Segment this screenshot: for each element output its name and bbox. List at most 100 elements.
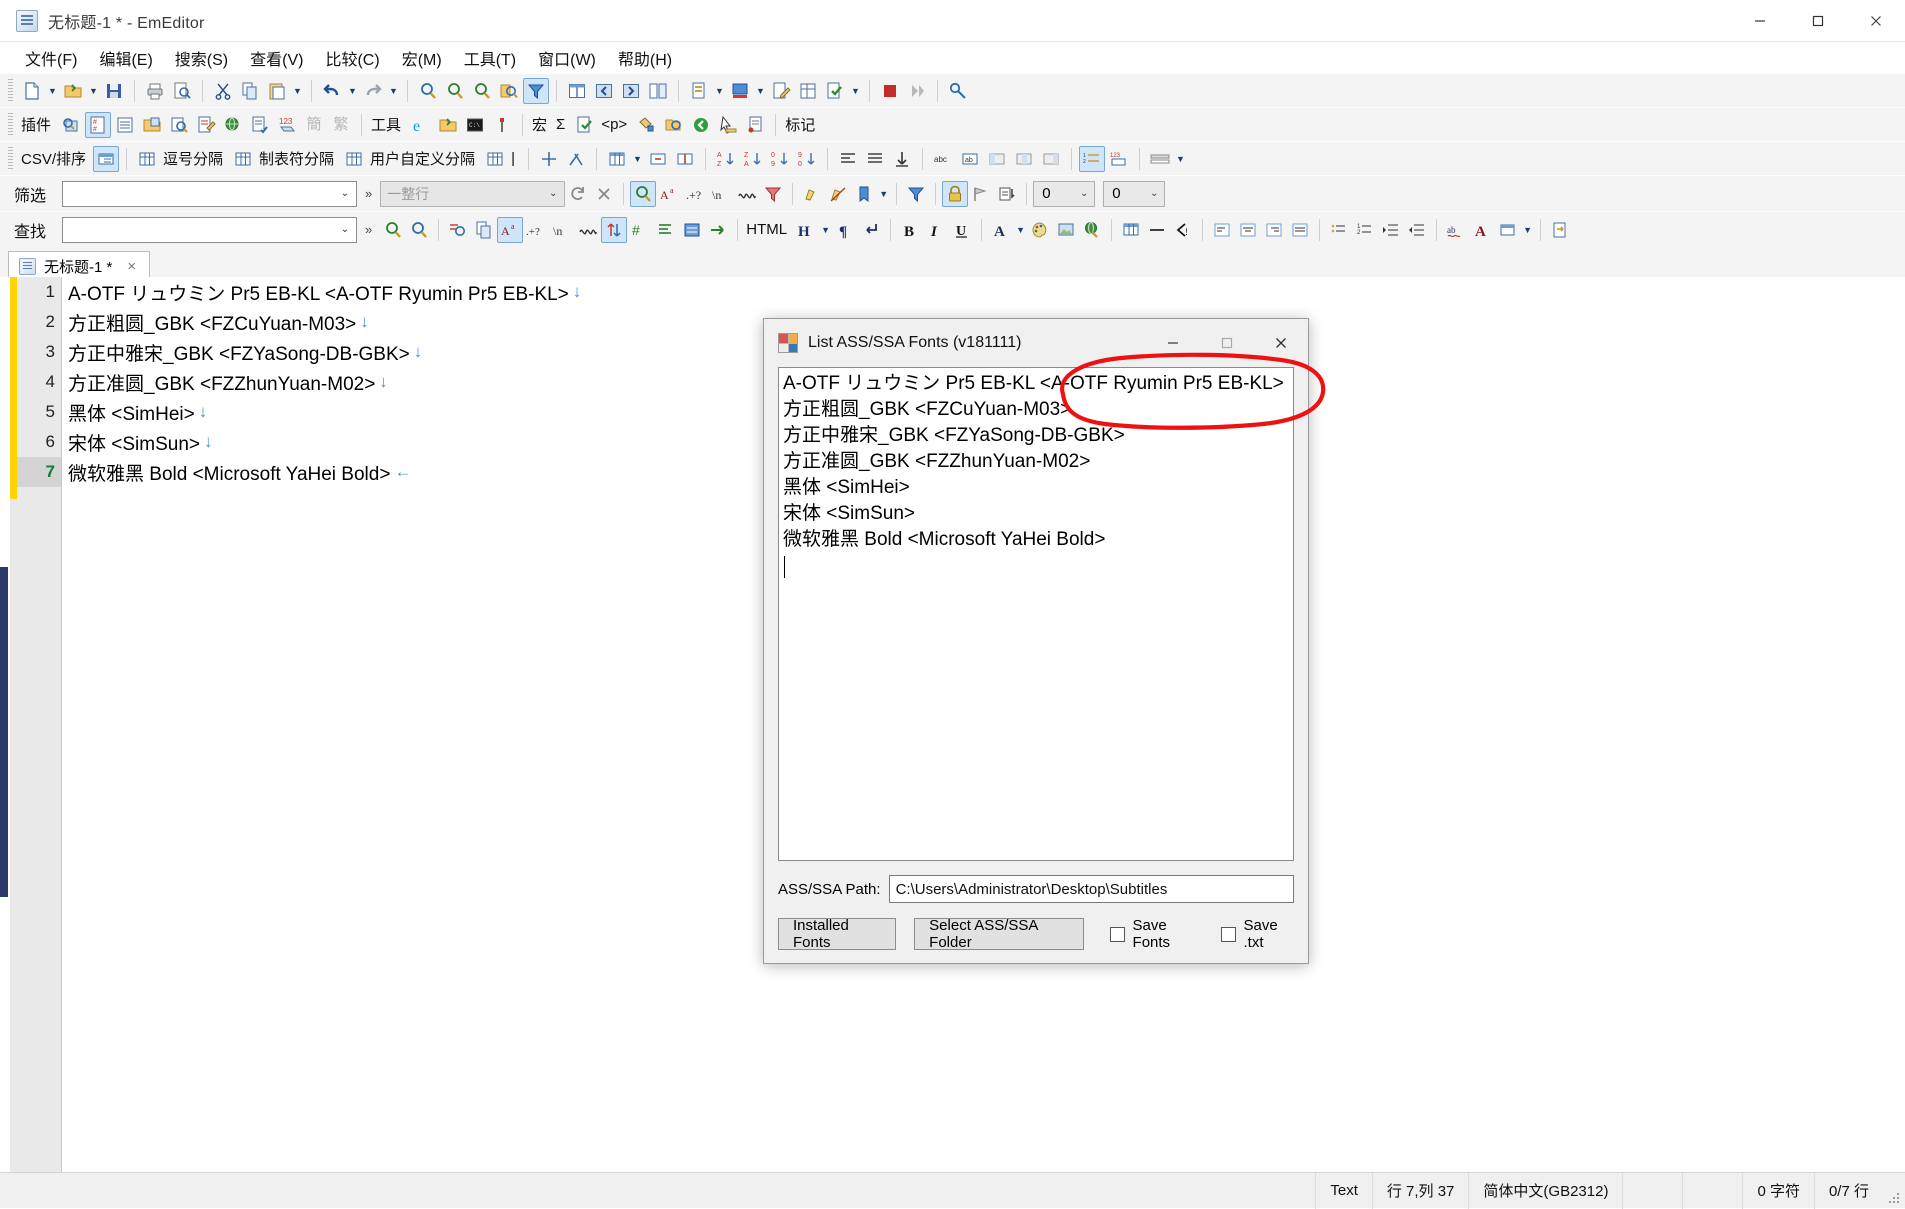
align-right-icon[interactable]: [1261, 217, 1287, 243]
insert-col-icon[interactable]: [536, 146, 562, 172]
font-color-icon[interactable]: A: [988, 217, 1014, 243]
merge-cells-icon[interactable]: [645, 146, 671, 172]
align-center-icon[interactable]: [1235, 217, 1261, 243]
font-list-item[interactable]: A-OTF リュウミン Pr5 EB-KL <A-OTF Ryumin Pr5 …: [783, 371, 1293, 397]
maximize-button[interactable]: [1789, 0, 1847, 42]
menu-search[interactable]: 搜索(S): [164, 43, 239, 73]
font-a-icon[interactable]: A: [1469, 217, 1495, 243]
indent-increase-icon[interactable]: [1378, 217, 1404, 243]
menu-tools[interactable]: 工具(T): [453, 43, 527, 73]
print-icon[interactable]: [142, 78, 168, 104]
toolbar-grip[interactable]: [8, 78, 13, 103]
filter-overflow-icon[interactable]: »: [357, 186, 380, 201]
filter-spinner-right[interactable]: 0 ⌄: [1103, 180, 1166, 207]
heading-dropdown-icon[interactable]: ▼: [819, 217, 832, 243]
font-box-dropdown-icon[interactable]: ▼: [1521, 217, 1534, 243]
code-line[interactable]: A-OTF リュウミン Pr5 EB-KL <A-OTF Ryumin Pr5 …: [68, 277, 1905, 307]
palette-icon[interactable]: [1027, 217, 1053, 243]
new-file-dropdown-icon[interactable]: ▼: [46, 78, 59, 104]
font-list-item[interactable]: 方正粗圆_GBK <FZCuYuan-M03>: [783, 397, 1293, 423]
number-list-icon[interactable]: 12: [1352, 217, 1378, 243]
dialog-close-button[interactable]: [1254, 319, 1308, 367]
undo-icon[interactable]: [319, 78, 345, 104]
cell-icon[interactable]: [795, 78, 821, 104]
find-next-icon[interactable]: [406, 217, 432, 243]
match-case-icon[interactable]: Aa: [497, 216, 524, 243]
plugin-web-icon[interactable]: [220, 112, 246, 138]
checkmark-icon[interactable]: [822, 78, 848, 104]
menu-help[interactable]: 帮助(H): [607, 43, 683, 73]
macro-clip-icon[interactable]: [742, 112, 768, 138]
close-button[interactable]: [1847, 0, 1905, 42]
table-icon[interactable]: [1118, 217, 1144, 243]
save-txt-checkbox[interactable]: Save .txt: [1220, 917, 1294, 951]
highlight-off-icon[interactable]: [825, 181, 851, 207]
bullet-list-icon[interactable]: [1326, 217, 1352, 243]
plugin-search-icon[interactable]: [58, 112, 84, 138]
select-block-icon[interactable]: [679, 217, 705, 243]
linebreak-icon[interactable]: [858, 217, 884, 243]
traditional-chinese-icon[interactable]: 繁: [328, 112, 354, 138]
font-list-item[interactable]: 方正中雅宋_GBK <FZYaSong-DB-GBK>: [783, 423, 1293, 449]
abc-icon[interactable]: abc: [930, 146, 956, 172]
status-encoding[interactable]: 简体中文(GB2312): [1468, 1172, 1622, 1209]
plugins-toolbar-grip[interactable]: [8, 112, 13, 137]
col-b-icon[interactable]: [1011, 146, 1037, 172]
dialog-maximize-button[interactable]: [1200, 319, 1254, 367]
macro-sigma-icon[interactable]: Σ: [554, 116, 571, 133]
underline-icon[interactable]: U: [949, 217, 975, 243]
clear-filter-icon[interactable]: [591, 181, 617, 207]
refresh-icon[interactable]: [565, 181, 591, 207]
column-grid-icon[interactable]: [604, 146, 630, 172]
next-document-icon[interactable]: [618, 78, 644, 104]
menu-macro[interactable]: 宏(M): [391, 43, 453, 73]
hammer-icon[interactable]: [489, 112, 515, 138]
font-dropdown-icon[interactable]: ▼: [1014, 217, 1027, 243]
copy-icon[interactable]: [237, 78, 263, 104]
wand-icon[interactable]: [945, 78, 971, 104]
status-lines[interactable]: 0/7 行: [1813, 1172, 1883, 1209]
csv-mode-icon[interactable]: [93, 145, 120, 172]
path-input[interactable]: C:\Users\Administrator\Desktop\Subtitles: [888, 875, 1294, 903]
filter-dropdown-icon[interactable]: ⌄: [334, 182, 356, 206]
menu-window[interactable]: 窗口(W): [527, 43, 607, 73]
open-folder2-icon[interactable]: [435, 112, 461, 138]
wrap-icon[interactable]: [734, 181, 760, 207]
font-list-item[interactable]: 方正准圆_GBK <FZZhunYuan-M02>: [783, 449, 1293, 475]
macro-run-icon[interactable]: [572, 112, 598, 138]
print-preview-icon[interactable]: [169, 78, 195, 104]
redo-icon[interactable]: [360, 78, 386, 104]
font-list-box[interactable]: A-OTF リュウミン Pr5 EB-KL <A-OTF Ryumin Pr5 …: [778, 367, 1294, 861]
tab-sep-label[interactable]: 制表符分隔: [257, 148, 340, 169]
col-a-icon[interactable]: [984, 146, 1010, 172]
menu-view[interactable]: 查看(V): [239, 43, 314, 73]
redo-dropdown-icon[interactable]: ▼: [387, 78, 400, 104]
find-prev-icon[interactable]: [380, 217, 406, 243]
filter-spinner-left[interactable]: 0 ⌄: [1033, 180, 1096, 207]
open-dropdown-icon[interactable]: ▼: [87, 78, 100, 104]
find-input[interactable]: ⌄: [62, 216, 357, 243]
find-dropdown-icon[interactable]: ⌄: [334, 218, 356, 242]
font-box-icon[interactable]: [1495, 217, 1521, 243]
font-list-item[interactable]: 宋体 <SimSun>: [783, 501, 1293, 527]
menu-file[interactable]: 文件(F): [14, 43, 88, 73]
regex-icon[interactable]: .+?: [682, 181, 708, 207]
plugin-snippet-icon[interactable]: [193, 112, 219, 138]
regex-icon[interactable]: .+?: [523, 217, 549, 243]
italic-icon[interactable]: I: [923, 217, 949, 243]
split-window-icon[interactable]: [564, 78, 590, 104]
link-icon[interactable]: [1079, 217, 1105, 243]
status-position[interactable]: 行 7,列 37: [1371, 1172, 1469, 1209]
select-folder-button[interactable]: Select ASS/SSA Folder: [914, 917, 1085, 951]
console-icon[interactable]: C:\: [462, 112, 488, 138]
macro-cursor-icon[interactable]: [715, 112, 741, 138]
resize-grip[interactable]: [1883, 1173, 1905, 1209]
numbered-list-icon[interactable]: 12: [1078, 145, 1105, 172]
plugin-outline-icon[interactable]: [112, 112, 138, 138]
document-tab-close-icon[interactable]: ×: [124, 258, 139, 275]
tab-sep-icon[interactable]: [230, 146, 256, 172]
indent-decrease-icon[interactable]: [1404, 217, 1430, 243]
menu-edit[interactable]: 编辑(E): [88, 43, 163, 73]
font-list-item[interactable]: 微软雅黑 Bold <Microsoft YaHei Bold>: [783, 527, 1293, 553]
find-in-files-icon[interactable]: [496, 78, 522, 104]
